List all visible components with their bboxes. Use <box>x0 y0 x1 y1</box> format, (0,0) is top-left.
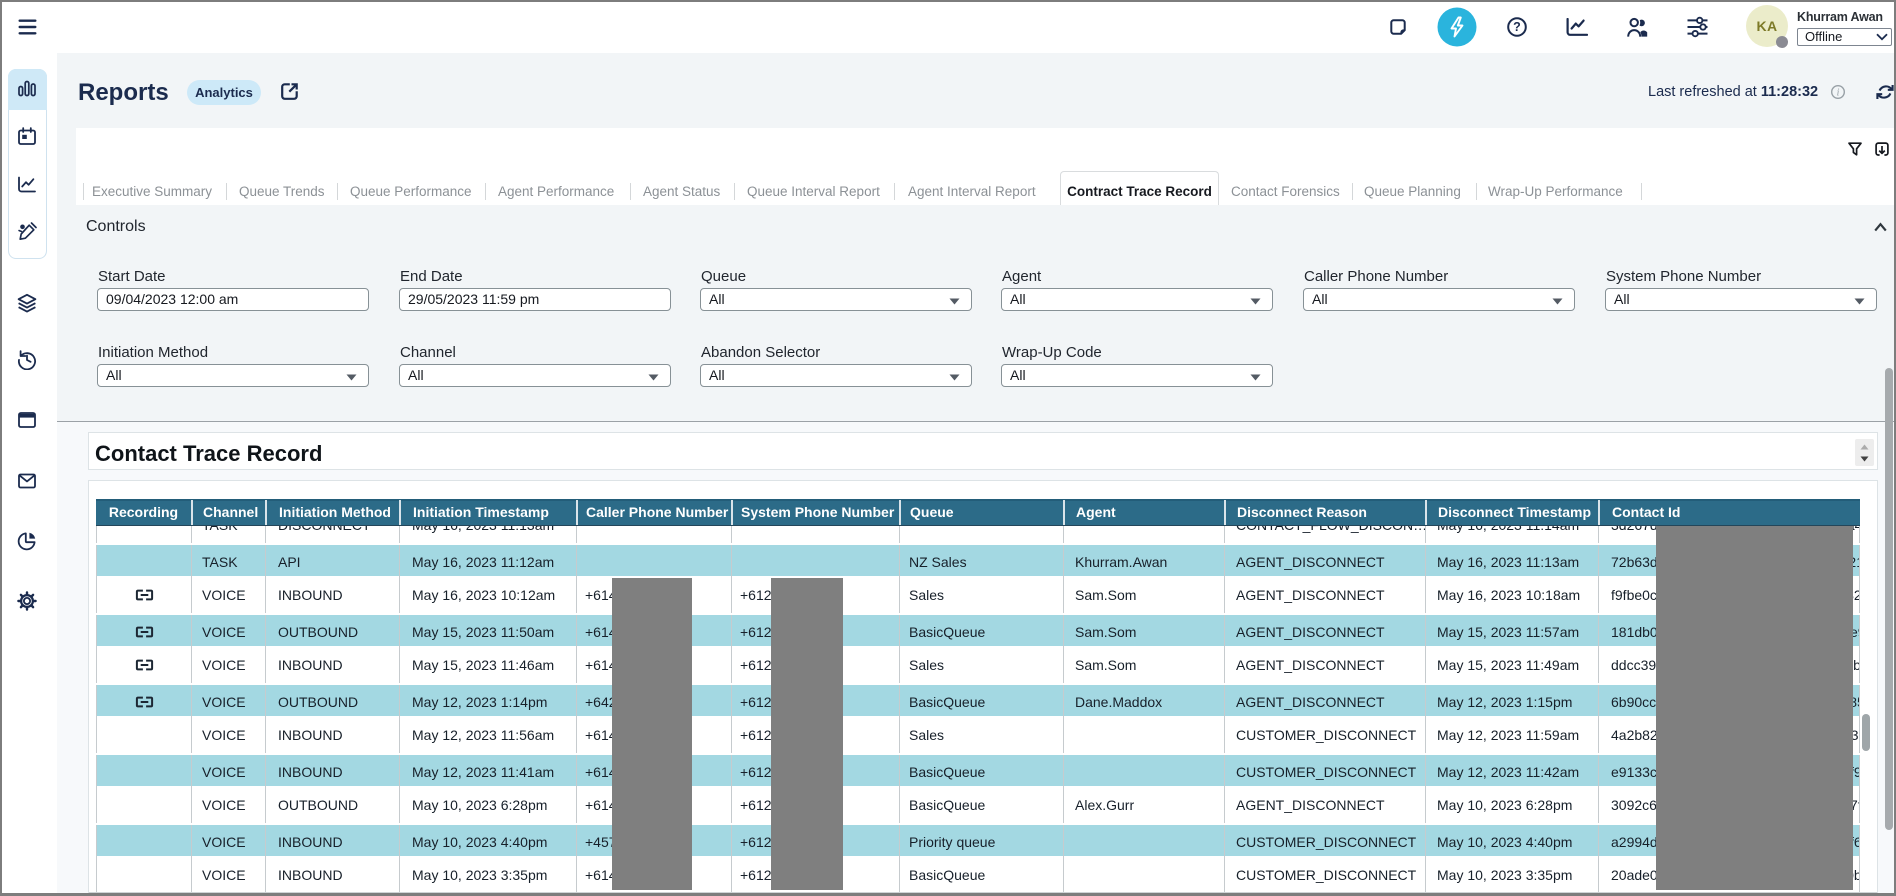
svg-text:i: i <box>1837 88 1840 99</box>
svg-text:?: ? <box>1513 20 1521 34</box>
